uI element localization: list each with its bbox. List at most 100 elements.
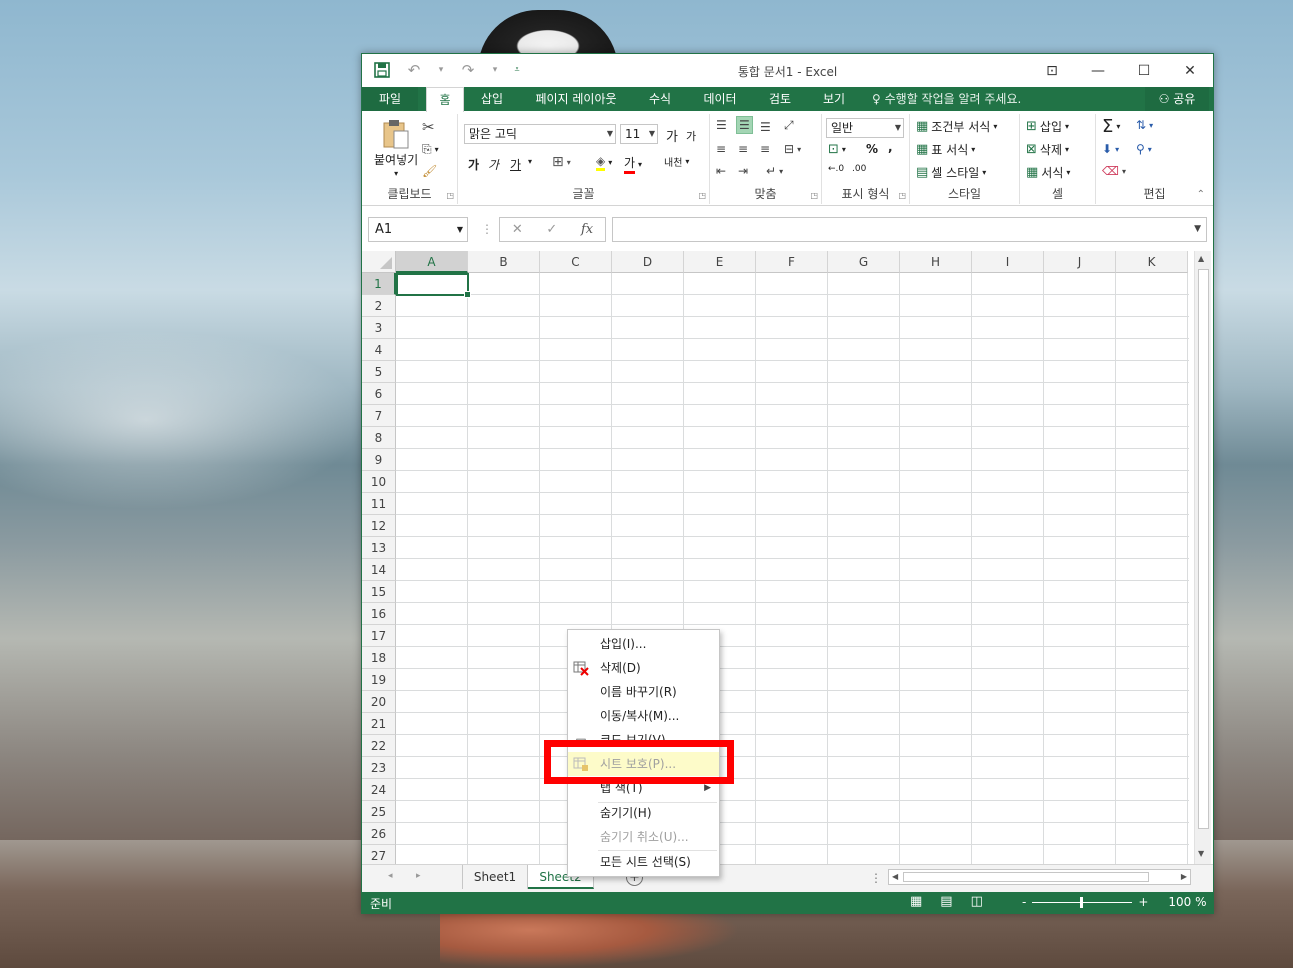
row-header[interactable]: 26 — [362, 823, 396, 845]
horizontal-scroll-thumb[interactable] — [903, 872, 1149, 882]
column-header[interactable]: C — [540, 251, 612, 273]
format-cells-button[interactable]: ▦ 서식 ▾ — [1026, 164, 1070, 181]
enter-icon[interactable]: ✓ — [546, 222, 557, 237]
wrap-text-icon[interactable]: ↵ ▾ — [766, 164, 783, 178]
row-header[interactable]: 3 — [362, 317, 396, 339]
column-header[interactable]: F — [756, 251, 828, 273]
merge-center-icon[interactable]: ⊟ ▾ — [784, 142, 801, 156]
comma-button[interactable]: , — [888, 140, 893, 154]
font-launcher-icon[interactable]: ◳ — [698, 191, 706, 200]
font-color-button[interactable]: 가 ▾ — [624, 154, 642, 174]
menu-delete[interactable]: 삭제(D) — [568, 656, 719, 680]
row-header[interactable]: 10 — [362, 471, 396, 493]
column-header[interactable]: G — [828, 251, 900, 273]
share-button[interactable]: ⚇ 공유 — [1145, 87, 1209, 111]
find-select-button[interactable]: ⚲ ▾ — [1136, 142, 1152, 156]
maximize-button[interactable]: ☐ — [1121, 54, 1167, 87]
italic-button[interactable]: 가 — [488, 156, 499, 173]
orientation-icon[interactable]: ⤢ — [784, 118, 794, 133]
alignment-launcher-icon[interactable]: ◳ — [810, 191, 818, 200]
phonetic-button[interactable]: 내천 ▾ — [664, 154, 689, 169]
row-header[interactable]: 25 — [362, 801, 396, 823]
tab-insert[interactable]: 삽입 — [472, 87, 512, 111]
borders-icon[interactable]: ⊞ ▾ — [552, 154, 571, 170]
collapse-ribbon-icon[interactable]: ⌃ — [1197, 189, 1205, 200]
sort-filter-button[interactable]: ⇅ ▾ — [1136, 118, 1153, 132]
normal-view-icon[interactable]: ▦ — [910, 894, 922, 909]
align-top-icon[interactable]: ☰ — [716, 118, 727, 132]
tab-file[interactable]: 파일 — [362, 87, 418, 111]
increase-indent-icon[interactable]: ⇥ — [738, 164, 748, 178]
menu-hide[interactable]: 숨기기(H) — [568, 801, 719, 825]
expand-formula-bar-icon[interactable]: ▼ — [1194, 224, 1201, 234]
menu-select-all-sheets[interactable]: 모든 시트 선택(S) — [568, 850, 719, 874]
row-header[interactable]: 24 — [362, 779, 396, 801]
scroll-right-icon[interactable]: ▶ — [1181, 872, 1187, 881]
row-header[interactable]: 9 — [362, 449, 396, 471]
delete-cells-button[interactable]: ⊠ 삭제 ▾ — [1026, 141, 1069, 158]
column-header[interactable]: K — [1116, 251, 1188, 273]
zoom-slider-knob[interactable] — [1080, 896, 1084, 908]
autosum-button[interactable]: Σ ▾ — [1102, 116, 1120, 137]
format-as-table-button[interactable]: ▦ 표 서식 ▾ — [916, 141, 975, 158]
zoom-out-button[interactable]: - — [1022, 895, 1026, 909]
font-name-combo[interactable]: 맑은 고딕 ▼ — [464, 124, 616, 144]
tell-me-box[interactable]: ♀︎ 수행할 작업을 알려 주세요. — [872, 87, 1021, 111]
scroll-down-icon[interactable]: ▼ — [1198, 849, 1204, 858]
fill-button[interactable]: ⬇ ▾ — [1102, 142, 1119, 156]
copy-button[interactable]: ⎘ ▾ — [422, 142, 439, 157]
tab-splitter-icon[interactable]: ⋮ — [870, 871, 882, 885]
underline-dropdown-icon[interactable]: ▾ — [528, 157, 532, 166]
row-header[interactable]: 21 — [362, 713, 396, 735]
cancel-icon[interactable]: ✕ — [512, 222, 523, 237]
row-header[interactable]: 1 — [362, 273, 396, 295]
format-painter-button[interactable]: 🖌︎ — [422, 164, 437, 178]
align-bottom-icon[interactable]: ☰ — [760, 120, 771, 134]
grow-font-button[interactable]: 가 — [666, 126, 678, 145]
conditional-formatting-button[interactable]: ▦ 조건부 서식 ▾ — [916, 118, 997, 135]
page-layout-view-icon[interactable]: ▤ — [940, 894, 952, 909]
row-header[interactable]: 17 — [362, 625, 396, 647]
horizontal-scrollbar[interactable]: ◀ ▶ — [888, 869, 1191, 885]
align-middle-icon[interactable]: ☰ — [736, 116, 753, 134]
tab-page-layout[interactable]: 페이지 레이아웃 — [524, 87, 628, 111]
sheet-nav-left-icon[interactable]: ◂ — [388, 871, 393, 881]
row-header[interactable]: 5 — [362, 361, 396, 383]
row-header[interactable]: 2 — [362, 295, 396, 317]
column-header[interactable]: I — [972, 251, 1044, 273]
row-header[interactable]: 4 — [362, 339, 396, 361]
column-header[interactable]: H — [900, 251, 972, 273]
sheet-nav-right-icon[interactable]: ▸ — [416, 871, 421, 881]
tab-review[interactable]: 검토 — [760, 87, 800, 111]
number-launcher-icon[interactable]: ◳ — [898, 191, 906, 200]
row-header[interactable]: 22 — [362, 735, 396, 757]
clipboard-launcher-icon[interactable]: ◳ — [446, 191, 454, 200]
zoom-level[interactable]: 100 % — [1168, 895, 1206, 909]
cell-styles-button[interactable]: ▤ 셀 스타일 ▾ — [916, 164, 986, 181]
active-cell[interactable] — [396, 273, 471, 298]
cut-button[interactable]: ✂ — [422, 118, 435, 136]
accounting-format-button[interactable]: ⊡ ▾ — [828, 142, 846, 157]
tab-view[interactable]: 보기 — [814, 87, 854, 111]
row-header[interactable]: 12 — [362, 515, 396, 537]
scroll-left-icon[interactable]: ◀ — [892, 872, 898, 881]
row-header[interactable]: 15 — [362, 581, 396, 603]
vertical-scrollbar[interactable]: ▲ ▼ — [1194, 251, 1211, 864]
column-header[interactable]: E — [684, 251, 756, 273]
row-header[interactable]: 13 — [362, 537, 396, 559]
column-header[interactable]: D — [612, 251, 684, 273]
tab-formulas[interactable]: 수식 — [640, 87, 680, 111]
shrink-font-button[interactable]: 가 — [686, 128, 696, 144]
percent-button[interactable]: % — [866, 142, 878, 156]
paste-button[interactable]: 붙여넣기 ▾ — [374, 118, 418, 178]
clear-button[interactable]: ⌫ ▾ — [1102, 164, 1126, 178]
formula-input[interactable]: ▼ — [612, 217, 1207, 242]
name-box[interactable]: A1 ▼ — [368, 217, 468, 242]
close-button[interactable]: ✕ — [1167, 54, 1213, 87]
zoom-slider[interactable] — [1032, 896, 1133, 908]
scroll-up-icon[interactable]: ▲ — [1198, 254, 1204, 263]
align-right-icon[interactable]: ≡ — [760, 142, 770, 156]
row-header[interactable]: 8 — [362, 427, 396, 449]
menu-rename[interactable]: 이름 바꾸기(R) — [568, 680, 719, 704]
decrease-indent-icon[interactable]: ⇤ — [716, 164, 726, 178]
